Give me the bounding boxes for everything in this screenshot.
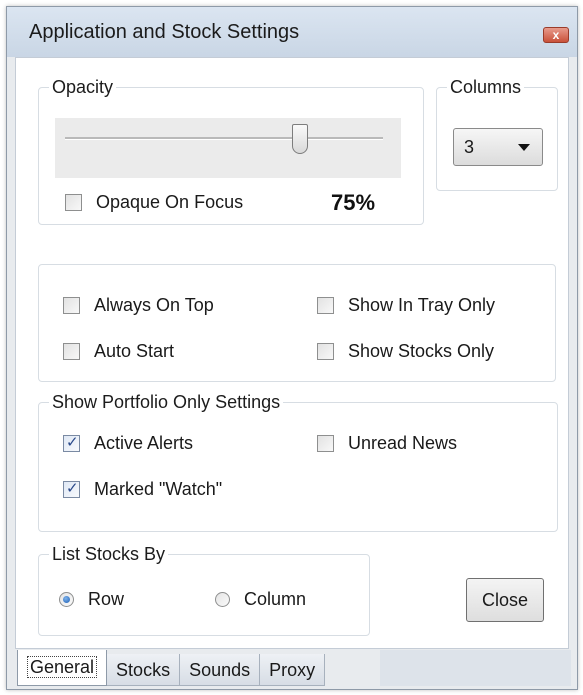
window-close-icon[interactable]: x <box>543 27 569 43</box>
opacity-legend: Opacity <box>52 77 114 97</box>
unread-news-box[interactable] <box>317 435 334 452</box>
unread-news-checkbox[interactable]: Unread News <box>317 433 457 454</box>
title-bar[interactable]: Application and Stock Settings x <box>7 7 577 57</box>
general-tab-panel: Opacity Opaque On Focus 75% Columns 3 Al… <box>15 57 569 649</box>
close-button[interactable]: Close <box>466 578 544 622</box>
opaque-on-focus-box[interactable] <box>65 194 82 211</box>
portfolio-group: Show Portfolio Only Settings Active Aler… <box>38 392 558 532</box>
column-radio-circle[interactable] <box>215 592 230 607</box>
slider-thumb[interactable] <box>291 124 308 154</box>
tab-stocks[interactable]: Stocks <box>106 654 181 686</box>
active-alerts-checkbox[interactable]: Active Alerts <box>63 433 193 454</box>
columns-legend: Columns <box>450 77 522 97</box>
show-stocks-only-box[interactable] <box>317 343 334 360</box>
settings-window: Application and Stock Settings x Opacity… <box>6 6 578 690</box>
opaque-on-focus-label: Opaque On Focus <box>96 192 244 212</box>
show-stocks-only-label: Show Stocks Only <box>348 341 495 361</box>
list-stocks-by-group: List Stocks By Row Column <box>38 544 370 636</box>
tab-strip: General Stocks Sounds Proxy <box>17 650 326 688</box>
opacity-percent: 75% <box>331 190 376 215</box>
portfolio-legend: Show Portfolio Only Settings <box>52 392 281 412</box>
show-in-tray-only-checkbox[interactable]: Show In Tray Only <box>317 295 495 316</box>
columns-dropdown[interactable]: 3 <box>453 128 543 166</box>
list-stocks-by-legend: List Stocks By <box>52 544 166 564</box>
auto-start-box[interactable] <box>63 343 80 360</box>
marked-watch-checkbox[interactable]: Marked "Watch" <box>63 479 222 500</box>
always-on-top-box[interactable] <box>63 297 80 314</box>
columns-group: Columns 3 <box>436 77 558 191</box>
marked-watch-label: Marked "Watch" <box>94 479 223 499</box>
show-stocks-only-checkbox[interactable]: Show Stocks Only <box>317 341 494 362</box>
opaque-on-focus-checkbox[interactable]: Opaque On Focus <box>65 192 243 213</box>
tab-proxy[interactable]: Proxy <box>259 654 326 686</box>
active-alerts-label: Active Alerts <box>94 433 194 453</box>
row-radio[interactable]: Row <box>59 589 124 610</box>
tab-general-label: General <box>27 656 98 678</box>
active-alerts-box[interactable] <box>63 433 80 452</box>
tab-general[interactable]: General <box>17 650 108 686</box>
columns-value: 3 <box>464 137 475 157</box>
marked-watch-box[interactable] <box>63 479 80 498</box>
show-in-tray-only-label: Show In Tray Only <box>348 295 496 315</box>
auto-start-checkbox[interactable]: Auto Start <box>63 341 174 362</box>
show-in-tray-only-box[interactable] <box>317 297 334 314</box>
row-radio-label: Row <box>88 589 125 609</box>
column-radio-label: Column <box>244 589 307 609</box>
unread-news-label: Unread News <box>348 433 458 453</box>
chevron-down-icon <box>518 144 530 151</box>
tab-sounds[interactable]: Sounds <box>179 654 261 686</box>
auto-start-label: Auto Start <box>94 341 175 361</box>
row-radio-circle[interactable] <box>59 592 74 607</box>
window-title: Application and Stock Settings <box>29 21 300 43</box>
always-on-top-label: Always On Top <box>94 295 214 315</box>
opacity-slider[interactable] <box>55 118 401 178</box>
always-on-top-checkbox[interactable]: Always On Top <box>63 295 214 316</box>
column-radio[interactable]: Column <box>215 589 306 610</box>
opacity-group: Opacity Opaque On Focus 75% <box>38 77 424 225</box>
tab-strip-background <box>380 650 571 686</box>
slider-track <box>65 137 383 140</box>
general-options-group: Always On Top Auto Start Show In Tray On… <box>38 264 556 382</box>
